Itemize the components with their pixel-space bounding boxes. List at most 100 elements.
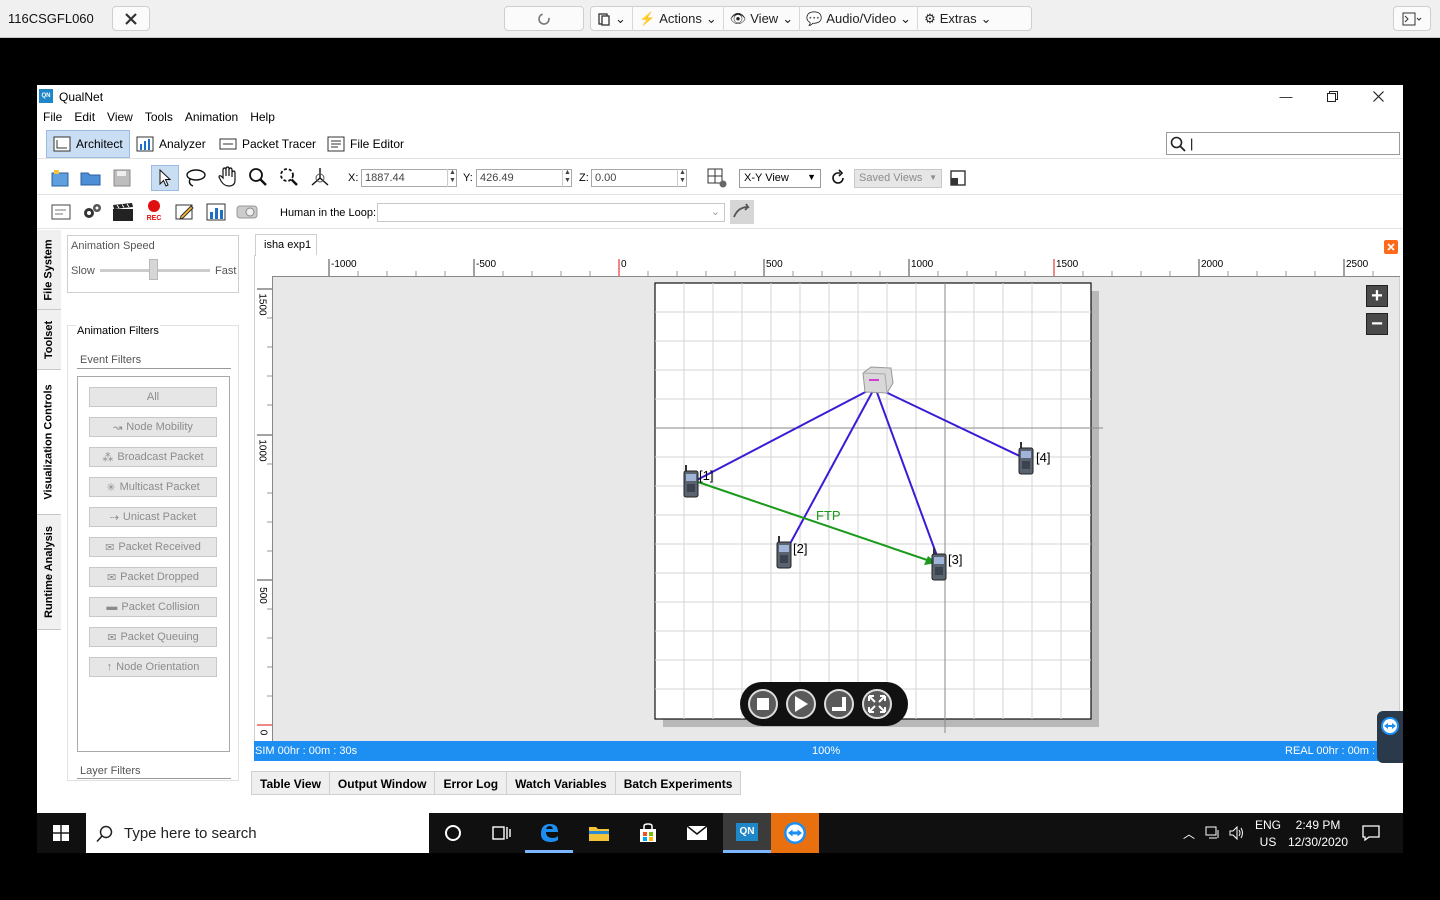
filter-broadcast-button[interactable]: ⁂ Broadcast Packet <box>89 447 217 467</box>
volume-button[interactable] <box>1225 813 1249 853</box>
grid-toggle-button[interactable] <box>706 167 728 189</box>
tab-toolset[interactable]: Toolset <box>37 310 61 370</box>
remote-side-panel-handle[interactable] <box>1377 711 1403 763</box>
menu-tools[interactable]: Tools <box>139 107 179 127</box>
x-spinner[interactable]: ▲ ▼ <box>447 169 457 187</box>
edit-button[interactable] <box>174 201 196 223</box>
filter-all-button[interactable]: All <box>89 387 217 407</box>
minimize-button[interactable]: — <box>1263 85 1309 107</box>
filter-multicast-button[interactable]: ✳ Multicast Packet <box>89 477 217 497</box>
teamviewer-taskbar-button[interactable] <box>771 813 819 853</box>
mail-button[interactable] <box>673 813 721 853</box>
mode-analyzer[interactable]: Analyzer <box>130 130 212 158</box>
reconnect-button[interactable] <box>504 6 584 31</box>
input-language-indicator[interactable]: ENG US <box>1253 818 1283 850</box>
start-button[interactable] <box>37 813 85 853</box>
saved-views-select[interactable]: Saved Views ▼ <box>854 169 942 188</box>
lasso-tool-button[interactable] <box>185 167 207 189</box>
z-coordinate-input[interactable]: 0.00 <box>591 169 687 187</box>
tab-error-log[interactable]: Error Log <box>434 771 508 795</box>
qualnet-taskbar-button[interactable]: QN <box>723 813 771 853</box>
select-tool-button[interactable] <box>151 165 179 191</box>
action-center-button[interactable] <box>1347 813 1395 853</box>
filter-packet-queuing-button[interactable]: ✉ Packet Queuing <box>89 627 217 647</box>
edge-taskbar-button[interactable] <box>525 813 573 853</box>
audio-video-menu[interactable]: 💬 Audio/Video ⌄ <box>800 6 919 31</box>
filter-unicast-button[interactable]: ⇢ Unicast Packet <box>89 507 217 527</box>
layer-filters-header[interactable]: Layer Filters <box>77 757 231 779</box>
node-1[interactable] <box>682 465 700 499</box>
save-button[interactable] <box>111 167 133 189</box>
restore-button[interactable] <box>1309 85 1355 107</box>
zoom-fit-button[interactable] <box>278 166 300 188</box>
tab-output-window[interactable]: Output Window <box>328 771 436 795</box>
tab-watch-variables[interactable]: Watch Variables <box>506 771 616 795</box>
network-status-button[interactable] <box>1201 813 1225 853</box>
filter-packet-received-button[interactable]: ✉ Packet Received <box>89 537 217 557</box>
play-button[interactable] <box>786 689 816 719</box>
wireless-subnet-node[interactable] <box>859 365 895 397</box>
menu-edit[interactable]: Edit <box>68 107 101 127</box>
menu-file[interactable]: File <box>37 107 68 127</box>
speed-slider-thumb[interactable] <box>149 259 158 280</box>
z-spinner[interactable]: ▲ ▼ <box>677 169 687 187</box>
zoom-tool-button[interactable] <box>247 166 269 188</box>
mode-file-editor[interactable]: File Editor <box>321 130 410 158</box>
filter-packet-dropped-button[interactable]: ✉ Packet Dropped <box>89 567 217 587</box>
view-mode-select[interactable]: X-Y View ▼ <box>739 169 821 188</box>
close-window-button[interactable] <box>1355 85 1401 107</box>
terminal-menu-button[interactable] <box>1393 6 1431 31</box>
save-view-button[interactable] <box>947 167 969 189</box>
menu-animation[interactable]: Animation <box>179 107 244 127</box>
mode-packet-tracer[interactable]: Packet Tracer <box>213 130 322 158</box>
new-scenario-button[interactable] <box>49 167 71 189</box>
mode-architect[interactable]: Architect <box>46 130 130 158</box>
tab-table-view[interactable]: Table View <box>251 771 330 795</box>
step-button[interactable] <box>824 689 854 719</box>
file-explorer-button[interactable] <box>575 813 623 853</box>
clipboard-button[interactable]: ⌄ <box>591 6 633 31</box>
record-button[interactable]: REC <box>143 199 165 222</box>
store-button[interactable] <box>624 813 672 853</box>
node-3[interactable] <box>930 548 948 582</box>
menu-help[interactable]: Help <box>244 107 281 127</box>
filter-packet-collision-button[interactable]: ▬ Packet Collision <box>89 597 217 617</box>
options-button[interactable] <box>236 201 258 223</box>
scenario-canvas[interactable]: [1] [2] [3] [4] FTP + − <box>273 277 1399 741</box>
import-button[interactable] <box>50 201 72 223</box>
open-button[interactable] <box>80 167 102 189</box>
actions-menu[interactable]: ⚡ Actions ⌄ <box>633 6 724 31</box>
tab-visualization-controls[interactable]: Visualization Controls <box>37 370 61 515</box>
tab-isha-exp1[interactable]: isha exp1 <box>255 234 317 256</box>
reset-view-button[interactable] <box>827 167 849 189</box>
statistics-button[interactable] <box>205 201 227 223</box>
x-coordinate-input[interactable]: 1887.44 <box>361 169 457 187</box>
menu-view[interactable]: View <box>101 107 139 127</box>
filter-node-mobility-button[interactable]: ↝ Node Mobility <box>89 417 217 437</box>
rotate-view-button[interactable] <box>309 166 331 188</box>
close-tab-button[interactable] <box>1384 240 1398 254</box>
task-view-button[interactable] <box>477 813 525 853</box>
close-session-button[interactable] <box>112 6 150 31</box>
hitl-command-input[interactable]: ⌄ <box>377 203 725 222</box>
y-coordinate-input[interactable]: 426.49 <box>476 169 572 187</box>
event-filters-header[interactable]: Event Filters <box>77 347 231 369</box>
view-menu[interactable]: 👁 View ⌄ <box>724 6 801 31</box>
taskbar-search-box[interactable]: Type here to search <box>86 813 429 853</box>
animate-button[interactable] <box>112 201 134 223</box>
run-settings-button[interactable] <box>81 201 103 223</box>
zoom-out-button[interactable]: − <box>1366 313 1388 335</box>
pan-tool-button[interactable] <box>217 166 239 188</box>
stop-button[interactable] <box>748 689 778 719</box>
cortana-button[interactable] <box>429 813 477 853</box>
tab-batch-experiments[interactable]: Batch Experiments <box>614 771 742 795</box>
search-input[interactable]: | <box>1166 132 1400 155</box>
tab-file-system[interactable]: File System <box>37 230 61 310</box>
node-4[interactable] <box>1017 442 1035 476</box>
y-spinner[interactable]: ▲ ▼ <box>562 169 572 187</box>
fullscreen-button[interactable] <box>862 689 892 719</box>
clock[interactable]: 2:49 PM 12/30/2020 <box>1285 818 1351 850</box>
tab-runtime-analysis[interactable]: Runtime Analysis <box>37 515 61 630</box>
show-hidden-icons-button[interactable]: ︿ <box>1177 813 1201 853</box>
node-2[interactable] <box>775 536 793 570</box>
